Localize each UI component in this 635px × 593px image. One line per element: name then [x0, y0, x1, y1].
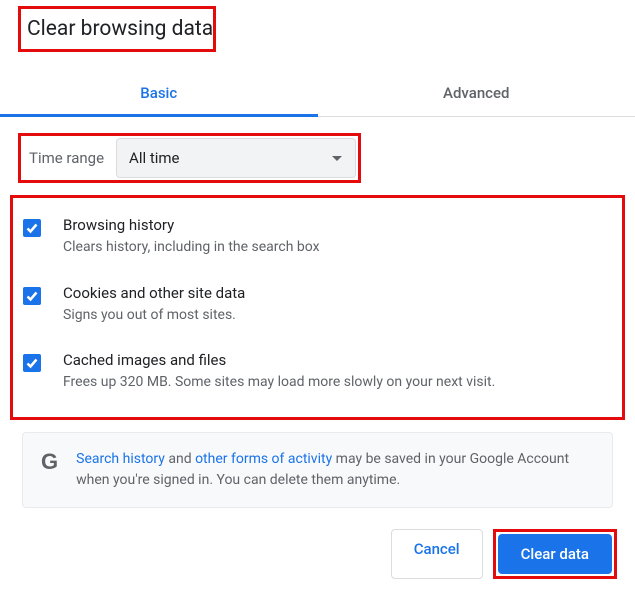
checkbox-browsing-history[interactable]: [23, 219, 41, 237]
chevron-down-icon: [331, 149, 343, 167]
clear-data-button[interactable]: Clear data: [498, 534, 612, 574]
google-icon: G: [41, 451, 58, 473]
checkbox-cookies[interactable]: [23, 287, 41, 305]
dialog-title: Clear browsing data: [18, 6, 216, 52]
option-browsing-history: Browsing history Clears history, includi…: [19, 204, 616, 272]
option-desc: Clears history, including in the search …: [63, 238, 320, 258]
time-range-value: All time: [129, 149, 179, 167]
option-desc: Signs you out of most sites.: [63, 306, 245, 326]
dialog-buttons: Cancel Clear data: [391, 529, 617, 579]
tab-advanced[interactable]: Advanced: [318, 70, 635, 116]
checkbox-cached[interactable]: [23, 354, 41, 372]
options-group: Browsing history Clears history, includi…: [10, 195, 625, 420]
option-title: Cookies and other site data: [63, 284, 245, 302]
info-text-fragment: and: [165, 451, 195, 467]
time-range-row: Time range All time: [18, 133, 361, 183]
option-title: Browsing history: [63, 216, 320, 234]
link-search-history[interactable]: Search history: [76, 451, 165, 467]
option-title: Cached images and files: [63, 351, 495, 369]
tabs: Basic Advanced: [0, 70, 635, 117]
tab-basic[interactable]: Basic: [0, 70, 318, 116]
cancel-button[interactable]: Cancel: [391, 529, 483, 579]
option-cached: Cached images and files Frees up 320 MB.…: [19, 339, 616, 407]
option-cookies: Cookies and other site data Signs you ou…: [19, 272, 616, 340]
info-text: Search history and other forms of activi…: [76, 449, 594, 491]
time-range-select[interactable]: All time: [116, 138, 356, 178]
time-range-label: Time range: [23, 149, 116, 167]
link-other-activity[interactable]: other forms of activity: [195, 451, 332, 467]
option-desc: Frees up 320 MB. Some sites may load mor…: [63, 373, 495, 393]
info-box: G Search history and other forms of acti…: [22, 432, 613, 508]
